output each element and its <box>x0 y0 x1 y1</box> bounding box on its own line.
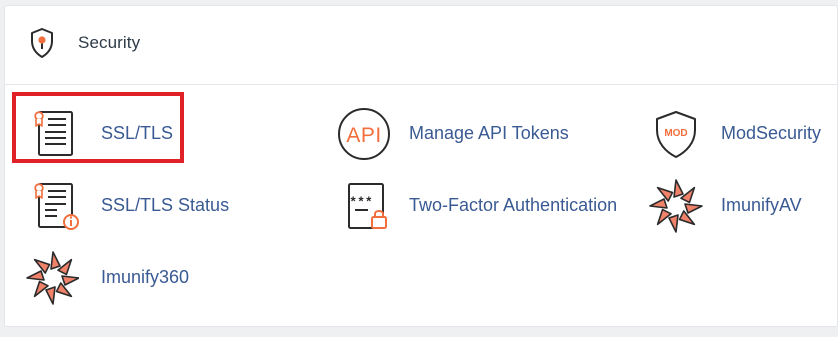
panel-header[interactable]: Security <box>5 6 837 85</box>
svg-text:MOD: MOD <box>664 128 687 139</box>
api-icon: API <box>338 108 390 160</box>
two-factor-icon: *** <box>348 183 387 229</box>
imunifyav-label: ImunifyAV <box>721 195 802 215</box>
manage-api-tokens-link[interactable]: API Manage API Tokens <box>335 105 575 165</box>
ssl-tls-label: SSL/TLS <box>101 123 174 143</box>
certificate-icon <box>34 111 73 156</box>
imunify360-icon <box>26 251 79 305</box>
certificate-status-icon <box>34 183 79 230</box>
mod-shield-icon: MOD <box>656 111 696 158</box>
two-factor-authentication-link[interactable]: *** Two-Factor Authentication <box>335 177 635 237</box>
imunify360-link[interactable]: Imunify360 <box>21 249 211 309</box>
imunify-icon <box>649 179 703 233</box>
svg-text:***: *** <box>349 195 372 210</box>
imunifyav-link[interactable]: ImunifyAV <box>647 177 837 237</box>
ssl-tls-status-link[interactable]: SSL/TLS Status <box>27 177 237 237</box>
ssl-tls-status-label: SSL/TLS Status <box>101 195 230 215</box>
modsecurity-link[interactable]: MOD ModSecurity <box>647 105 837 165</box>
security-panel: Security SSL/TLS API Manage API Tokens M… <box>4 5 838 327</box>
imunify360-label: Imunify360 <box>101 267 190 287</box>
svg-text:API: API <box>346 124 381 147</box>
modsecurity-label: ModSecurity <box>721 123 822 143</box>
ssl-tls-link[interactable]: SSL/TLS <box>27 105 187 165</box>
section-title: Security <box>78 33 141 52</box>
shield-icon <box>31 28 53 58</box>
two-factor-authentication-label: Two-Factor Authentication <box>409 195 618 215</box>
manage-api-tokens-label: Manage API Tokens <box>409 123 569 143</box>
